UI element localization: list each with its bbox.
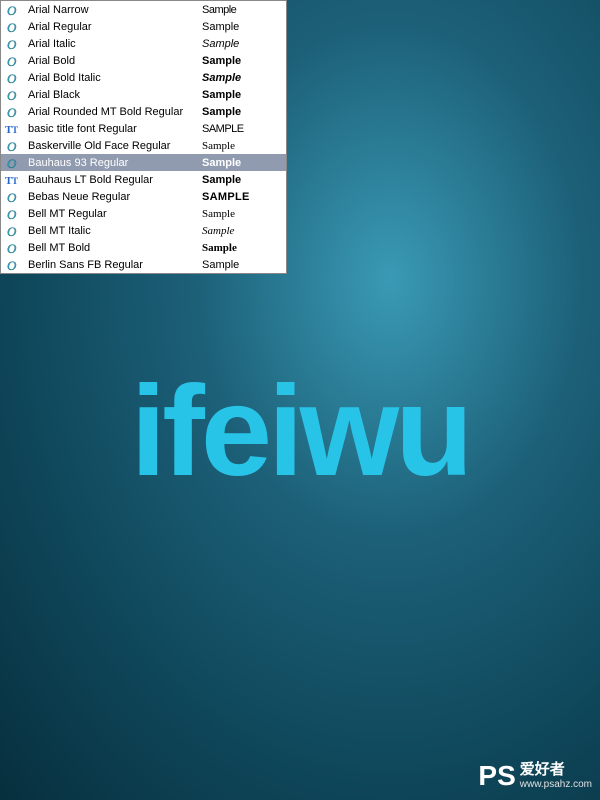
svg-text:O: O — [7, 105, 17, 119]
truetype-icon: TT — [4, 173, 22, 187]
font-sample-label: Sample — [202, 259, 283, 271]
font-row[interactable]: O Arial BoldSample — [1, 52, 286, 69]
svg-text:O: O — [7, 224, 17, 238]
font-sample-label: Sample — [202, 174, 283, 186]
font-row[interactable]: O Bauhaus 93 RegularSample — [1, 154, 286, 171]
watermark-url: www.psahz.com — [520, 779, 592, 790]
font-row[interactable]: O Bell MT RegularSample — [1, 205, 286, 222]
svg-text:T: T — [12, 125, 18, 135]
opentype-icon: O — [4, 241, 22, 255]
opentype-icon: O — [4, 207, 22, 221]
opentype-icon: O — [4, 20, 22, 34]
font-name-label: Bell MT Italic — [22, 225, 202, 237]
font-row[interactable]: O Arial ItalicSample — [1, 35, 286, 52]
svg-text:O: O — [7, 20, 17, 34]
font-sample-label: Sample — [202, 72, 283, 84]
svg-text:O: O — [7, 190, 17, 204]
font-name-label: Bauhaus LT Bold Regular — [22, 174, 202, 186]
opentype-icon: O — [4, 156, 22, 170]
opentype-icon: O — [4, 71, 22, 85]
truetype-icon: TT — [4, 122, 22, 136]
svg-text:O: O — [7, 139, 17, 153]
font-name-label: Baskerville Old Face Regular — [22, 140, 202, 152]
canvas-text: ifeiwu — [131, 368, 470, 496]
font-name-label: Arial Black — [22, 89, 202, 101]
font-sample-label: Sample — [202, 106, 283, 118]
font-sample-label: SAMPLE — [202, 123, 283, 135]
font-row[interactable]: O Arial BlackSample — [1, 86, 286, 103]
opentype-icon: O — [4, 3, 22, 17]
font-row[interactable]: TTbasic title font RegularSAMPLE — [1, 120, 286, 137]
opentype-icon: O — [4, 258, 22, 272]
font-sample-label: Sample — [202, 242, 283, 254]
svg-text:O: O — [7, 258, 17, 272]
svg-text:O: O — [7, 241, 17, 255]
watermark-logo: PS — [478, 760, 515, 792]
svg-text:O: O — [7, 156, 17, 170]
opentype-icon: O — [4, 105, 22, 119]
font-sample-label: Sample — [202, 89, 283, 101]
svg-text:O: O — [7, 37, 17, 51]
font-sample-label: Sample — [202, 55, 283, 67]
font-name-label: Bebas Neue Regular — [22, 191, 202, 203]
font-dropdown[interactable]: OArial NarrowSampleOArial RegularSampleO… — [0, 0, 287, 274]
font-row[interactable]: O Berlin Sans FB RegularSample — [1, 256, 286, 273]
font-name-label: Bauhaus 93 Regular — [22, 157, 202, 169]
font-sample-label: Sample — [202, 21, 283, 33]
watermark: PS 爱好者 www.psahz.com — [478, 760, 592, 792]
svg-text:O: O — [7, 88, 17, 102]
font-sample-label: Sample — [202, 38, 283, 50]
font-row[interactable]: O Bell MT ItalicSample — [1, 222, 286, 239]
font-name-label: Berlin Sans FB Regular — [22, 259, 202, 271]
font-row[interactable]: O Arial Bold ItalicSample — [1, 69, 286, 86]
font-sample-label: Sample — [202, 140, 283, 152]
opentype-icon: O — [4, 190, 22, 204]
watermark-title: 爱好者 — [520, 762, 592, 779]
opentype-icon: O — [4, 88, 22, 102]
font-row[interactable]: O Arial NarrowSample — [1, 1, 286, 18]
font-sample-label: Sample — [202, 208, 283, 220]
font-name-label: Bell MT Bold — [22, 242, 202, 254]
svg-text:O: O — [7, 71, 17, 85]
font-name-label: Arial Regular — [22, 21, 202, 33]
opentype-icon: O — [4, 54, 22, 68]
svg-text:O: O — [7, 54, 17, 68]
font-name-label: Arial Bold Italic — [22, 72, 202, 84]
font-sample-label: Sample — [202, 157, 283, 169]
font-row[interactable]: O Arial Rounded MT Bold RegularSample — [1, 103, 286, 120]
opentype-icon: O — [4, 139, 22, 153]
font-sample-label: Sample — [202, 225, 283, 237]
font-name-label: Arial Bold — [22, 55, 202, 67]
font-row[interactable]: O Baskerville Old Face RegularSample — [1, 137, 286, 154]
font-row[interactable]: O Bebas Neue RegularSAMPLE — [1, 188, 286, 205]
svg-text:T: T — [12, 176, 18, 186]
font-row[interactable]: TTBauhaus LT Bold RegularSample — [1, 171, 286, 188]
font-name-label: Arial Rounded MT Bold Regular — [22, 106, 202, 118]
font-name-label: Arial Italic — [22, 38, 202, 50]
font-sample-label: Sample — [202, 4, 283, 16]
font-name-label: basic title font Regular — [22, 123, 202, 135]
svg-text:O: O — [7, 3, 17, 17]
font-name-label: Bell MT Regular — [22, 208, 202, 220]
opentype-icon: O — [4, 37, 22, 51]
svg-text:O: O — [7, 207, 17, 221]
opentype-icon: O — [4, 224, 22, 238]
font-row[interactable]: O Bell MT BoldSample — [1, 239, 286, 256]
font-sample-label: SAMPLE — [202, 191, 283, 203]
font-row[interactable]: O Arial RegularSample — [1, 18, 286, 35]
font-name-label: Arial Narrow — [22, 4, 202, 16]
